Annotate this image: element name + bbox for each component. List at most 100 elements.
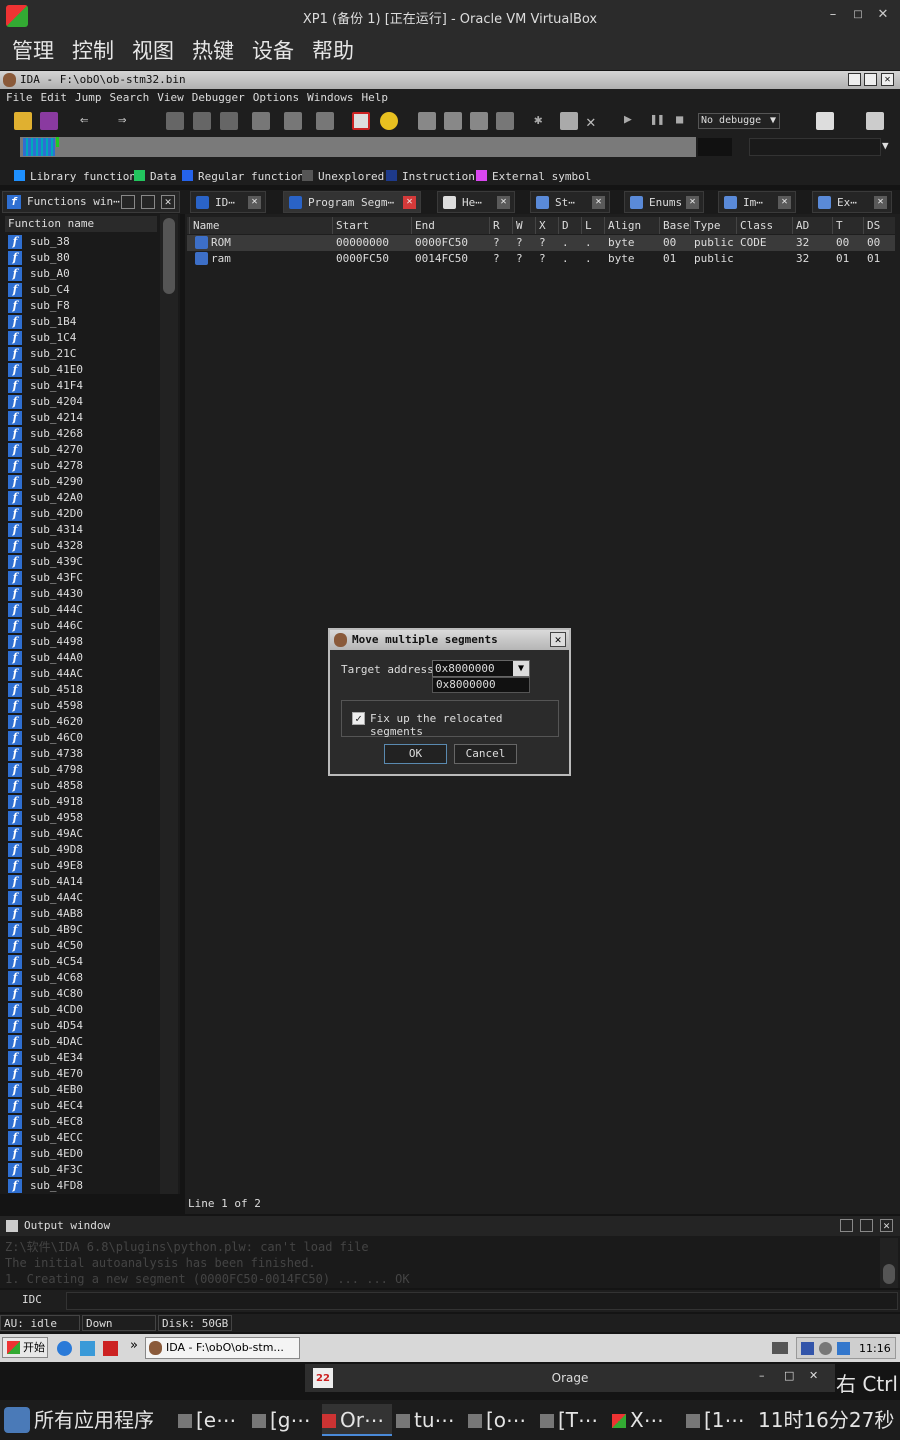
function-list-item[interactable]: f sub_4A14 [5, 874, 157, 890]
doc-icon[interactable] [816, 112, 834, 130]
tab-hex-view[interactable]: He⋯ ✕ [437, 191, 515, 213]
function-list-item[interactable]: f sub_4620 [5, 714, 157, 730]
tray-icon[interactable] [801, 1342, 814, 1355]
stop-icon[interactable]: ■ [676, 112, 694, 130]
delete-icon[interactable]: ✕ [586, 112, 604, 131]
host-task-button[interactable]: [o⋯ [468, 1404, 536, 1436]
function-list-item[interactable]: f sub_444C [5, 602, 157, 618]
function-list-item[interactable]: f sub_4270 [5, 442, 157, 458]
segments-column-header[interactable]: Name [189, 217, 332, 234]
nav-filter-select[interactable] [749, 138, 881, 156]
function-list-item[interactable]: f sub_44AC [5, 666, 157, 682]
vbox-menu-view[interactable]: 视图 [132, 32, 174, 70]
nav-bar-track[interactable] [20, 137, 696, 157]
ascii-icon[interactable] [470, 112, 488, 130]
function-list-item[interactable]: f sub_4204 [5, 394, 157, 410]
function-list-item[interactable]: f sub_4798 [5, 762, 157, 778]
function-list-item[interactable]: f sub_80 [5, 250, 157, 266]
function-list-item[interactable]: f sub_4918 [5, 794, 157, 810]
function-list-item[interactable]: f sub_446C [5, 618, 157, 634]
host-task-button[interactable]: X⋯ [612, 1404, 680, 1436]
function-list-item[interactable]: f sub_439C [5, 554, 157, 570]
tray-icon[interactable] [819, 1342, 832, 1355]
tab-close-icon[interactable]: ✕ [497, 196, 510, 209]
tray-icon[interactable] [837, 1342, 850, 1355]
function-list-item[interactable]: f sub_4CD0 [5, 1002, 157, 1018]
function-list-item[interactable]: f sub_4ECC [5, 1130, 157, 1146]
function-list-item[interactable]: f sub_4D54 [5, 1018, 157, 1034]
tab-close-icon[interactable]: ✕ [592, 196, 605, 209]
function-list-item[interactable]: f sub_4328 [5, 538, 157, 554]
function-list-item[interactable]: f sub_4C68 [5, 970, 157, 986]
function-list-item[interactable]: f sub_4ED0 [5, 1146, 157, 1162]
orage-minimize-icon[interactable]: – [759, 1369, 765, 1382]
function-list-item[interactable]: f sub_21C [5, 346, 157, 362]
ok-button[interactable]: OK [384, 744, 447, 764]
tab-structures[interactable]: St⋯ ✕ [530, 191, 610, 213]
function-list-item[interactable]: f sub_42A0 [5, 490, 157, 506]
function-list[interactable]: f sub_38 f sub_80 f sub_A0 f sub_C4 f sub_F8 f sub_… [5, 234, 157, 1194]
segments-column-header[interactable]: DS [863, 217, 895, 234]
function-list-item[interactable]: f sub_4B9C [5, 922, 157, 938]
function-list-item[interactable]: f sub_49D8 [5, 842, 157, 858]
bulb-icon[interactable] [380, 112, 398, 130]
function-list-item[interactable]: f sub_38 [5, 234, 157, 250]
function-list-item[interactable]: f sub_49AC [5, 826, 157, 842]
output-close-icon[interactable]: ✕ [880, 1219, 893, 1232]
idc-label[interactable]: IDC [22, 1293, 42, 1306]
output-scroll-thumb[interactable] [883, 1264, 895, 1284]
maximize-icon[interactable]: □ [849, 6, 867, 24]
output-float-icon[interactable] [840, 1219, 853, 1232]
data-icon[interactable] [444, 112, 462, 130]
code-icon[interactable] [418, 112, 436, 130]
menu-view[interactable]: View [157, 89, 184, 107]
function-list-item[interactable]: f sub_4DAC [5, 1034, 157, 1050]
function-list-item[interactable]: f sub_4290 [5, 474, 157, 490]
function-list-item[interactable]: f sub_4F3C [5, 1162, 157, 1178]
tab-close-icon[interactable]: ✕ [403, 196, 416, 209]
segment-row[interactable]: ram 0000FC50 0014FC50???.. byte 01 public 32 01… [187, 251, 895, 267]
tab-close-icon[interactable]: ✕ [778, 196, 791, 209]
orage-close-icon[interactable]: ✕ [809, 1369, 818, 1382]
struct-icon[interactable] [496, 112, 514, 130]
segments-column-header[interactable]: W [512, 217, 535, 234]
segments-column-header[interactable]: Class [736, 217, 792, 234]
function-list-item[interactable]: f sub_4314 [5, 522, 157, 538]
function-list-item[interactable]: f sub_4E70 [5, 1066, 157, 1082]
ie-icon[interactable] [57, 1341, 72, 1356]
function-list-item[interactable]: f sub_4518 [5, 682, 157, 698]
fixup-checkbox[interactable]: ✓ [352, 712, 365, 725]
play-icon[interactable]: ▶ [624, 112, 642, 130]
host-task-button[interactable]: tu⋯ [396, 1404, 464, 1436]
function-list-item[interactable]: f sub_44A0 [5, 650, 157, 666]
host-task-button[interactable]: [1⋯ [686, 1404, 754, 1436]
function-list-item[interactable]: f sub_4C80 [5, 986, 157, 1002]
output-scrollbar[interactable] [880, 1238, 898, 1288]
tab-close-icon[interactable]: ✕ [686, 196, 699, 209]
segments-column-header[interactable]: Base [659, 217, 690, 234]
host-task-button[interactable]: [T⋯ [540, 1404, 608, 1436]
tab-close-icon[interactable]: ✕ [248, 196, 261, 209]
function-list-item[interactable]: f sub_C4 [5, 282, 157, 298]
tab-imports[interactable]: Im⋯ ✕ [718, 191, 796, 213]
function-list-item[interactable]: f sub_46C0 [5, 730, 157, 746]
search-icon[interactable] [316, 112, 334, 130]
ida-restore-icon[interactable] [864, 73, 877, 86]
paste-icon[interactable] [166, 112, 184, 130]
function-list-item[interactable]: f sub_4C54 [5, 954, 157, 970]
function-list-item[interactable]: f sub_4FD8 [5, 1178, 157, 1194]
function-list-item[interactable]: f sub_4EB0 [5, 1082, 157, 1098]
function-list-item[interactable]: f sub_4858 [5, 778, 157, 794]
undefine-icon[interactable]: ✱ [534, 112, 552, 130]
tab-close-icon[interactable]: ✕ [874, 196, 887, 209]
function-list-item[interactable]: f sub_1C4 [5, 330, 157, 346]
segments-column-header[interactable]: L [581, 217, 604, 234]
menu-file[interactable]: File [6, 89, 33, 107]
open-icon[interactable] [14, 112, 32, 130]
function-list-item[interactable]: f sub_4E34 [5, 1050, 157, 1066]
host-task-button[interactable]: [e⋯ [178, 1404, 246, 1436]
text-search-icon[interactable] [352, 112, 370, 130]
segments-column-header[interactable]: Align [604, 217, 659, 234]
keyboard-icon[interactable] [772, 1342, 788, 1354]
function-list-item[interactable]: f sub_4268 [5, 426, 157, 442]
